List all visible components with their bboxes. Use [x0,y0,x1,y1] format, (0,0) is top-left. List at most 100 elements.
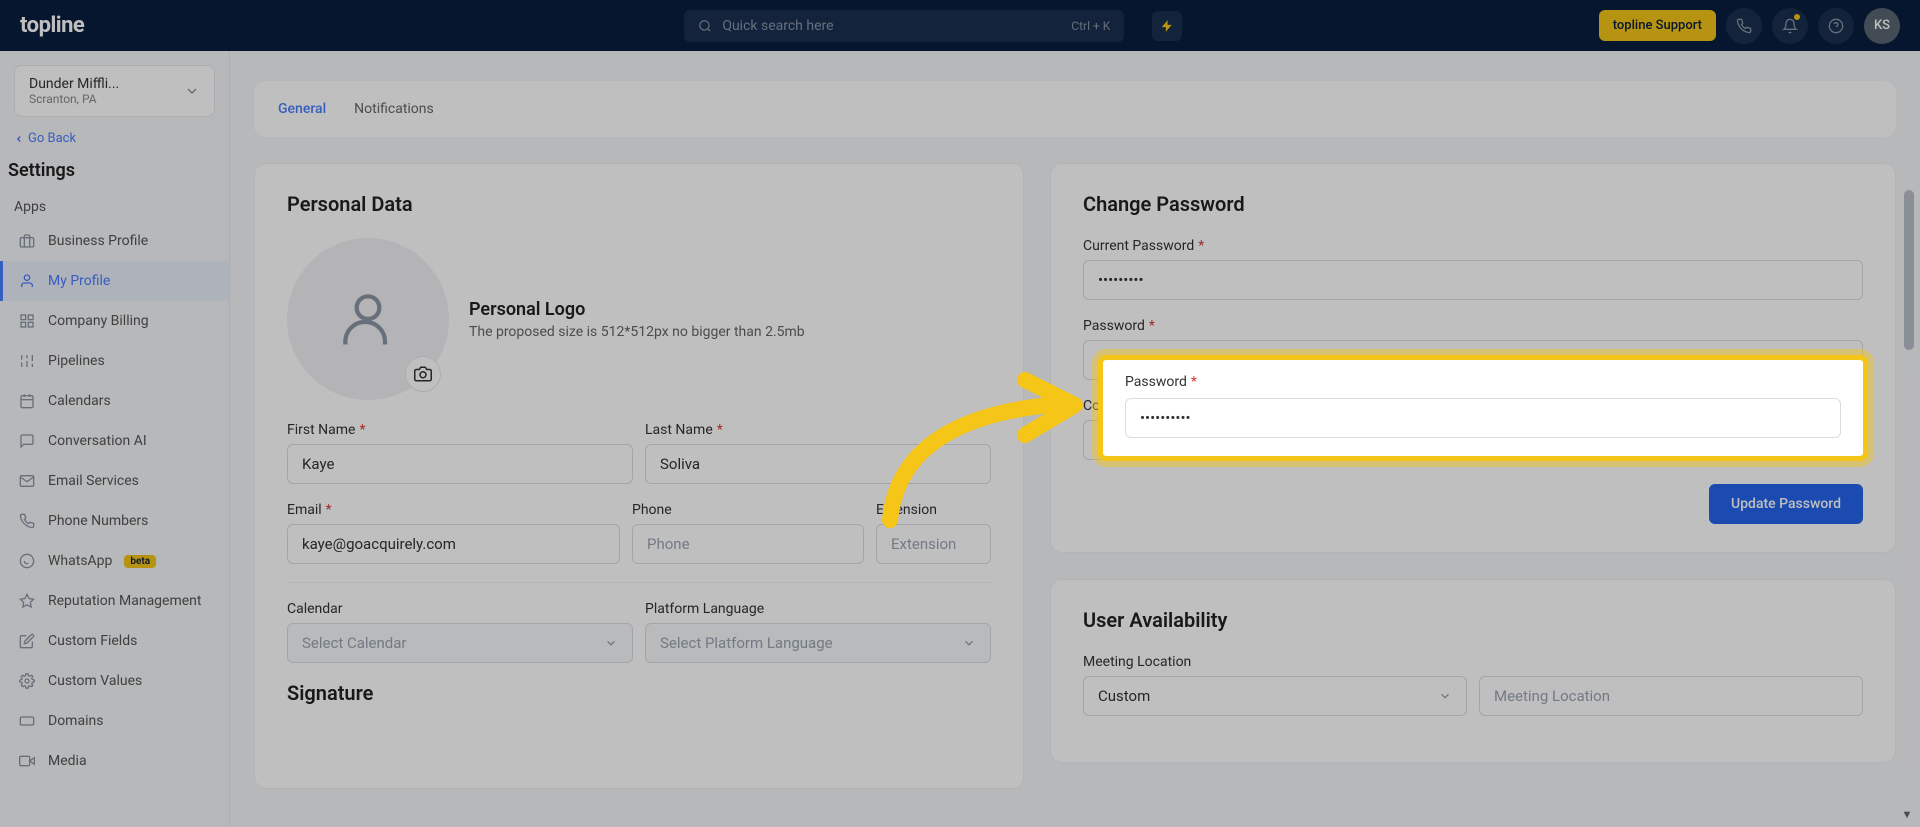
change-password-title: Change Password [1083,192,1863,216]
upload-photo-button[interactable] [405,356,441,392]
briefcase-icon [18,232,36,250]
org-location: Scranton, PA [29,92,119,106]
chevron-down-icon [604,636,618,650]
sidebar-item-calendars[interactable]: Calendars [0,381,229,421]
edit-icon [18,632,36,650]
gear-icon [18,672,36,690]
meeting-location-label: Meeting Location [1083,654,1863,670]
sidebar-item-label: Media [48,753,87,769]
sidebar-item-label: WhatsApp [48,553,112,569]
beta-badge: beta [124,555,156,568]
sidebar-item-label: Calendars [48,393,111,409]
sidebar-item-whatsapp[interactable]: WhatsApp beta [0,541,229,581]
email-label: Email* [287,502,620,518]
sidebar-item-my-profile[interactable]: My Profile [0,261,229,301]
last-name-input[interactable] [645,444,991,484]
go-back-label: Go Back [28,131,76,146]
global-search[interactable]: Ctrl + K [684,10,1124,42]
personal-data-title: Personal Data [287,192,991,216]
signature-title: Signature [287,681,991,705]
divider [287,582,991,583]
video-icon [18,752,36,770]
first-name-label: First Name* [287,422,633,438]
scroll-down-arrow[interactable]: ▼ [1900,808,1914,822]
whatsapp-icon [18,552,36,570]
sidebar-item-company-billing[interactable]: Company Billing [0,301,229,341]
settings-tabs: General Notifications [254,81,1896,137]
user-icon [18,272,36,290]
brand-logo: topline [20,13,84,38]
sidebar-item-label: Domains [48,713,103,729]
help-button[interactable] [1818,8,1854,44]
select-value: Select Platform Language [660,634,833,652]
app-header: topline Ctrl + K topline Support KS [0,0,1920,51]
sidebar-item-label: Custom Values [48,673,142,689]
personal-logo-hint: The proposed size is 512*512px no bigger… [469,324,805,340]
update-password-button[interactable]: Update Password [1709,484,1863,524]
sidebar-item-conversation-ai[interactable]: Conversation AI [0,421,229,461]
chat-icon [18,432,36,450]
sidebar-item-domains[interactable]: Domains [0,701,229,741]
chevron-left-icon [14,134,24,144]
support-button[interactable]: topline Support [1599,10,1716,41]
phone-input[interactable] [632,524,864,564]
sidebar-item-pipelines[interactable]: Pipelines [0,341,229,381]
sidebar: Dunder Miffli... Scranton, PA Go Back Se… [0,51,230,827]
personal-data-card: Personal Data Personal Logo The proposed… [254,163,1024,789]
org-name: Dunder Miffli... [29,76,119,92]
sidebar-item-custom-values[interactable]: Custom Values [0,661,229,701]
scrollbar-thumb[interactable] [1904,190,1914,350]
notifications-button[interactable] [1772,8,1808,44]
bell-icon [1782,18,1798,34]
language-select[interactable]: Select Platform Language [645,623,991,663]
sidebar-item-label: Email Services [48,473,139,489]
first-name-input[interactable] [287,444,633,484]
sidebar-item-email-services[interactable]: Email Services [0,461,229,501]
notification-dot [1794,14,1800,20]
meeting-location-input[interactable] [1479,676,1863,716]
settings-heading: Settings [8,160,217,181]
mail-icon [18,472,36,490]
phone-button[interactable] [1726,8,1762,44]
help-icon [1828,18,1844,34]
sidebar-item-label: Conversation AI [48,433,147,449]
sidebar-item-custom-fields[interactable]: Custom Fields [0,621,229,661]
sidebar-item-label: Phone Numbers [48,513,148,529]
user-placeholder-icon [334,285,402,353]
org-selector[interactable]: Dunder Miffli... Scranton, PA [14,65,215,117]
current-password-input[interactable] [1083,260,1863,300]
phone-icon [18,512,36,530]
highlight-password-label: Password* [1125,374,1841,390]
language-label: Platform Language [645,601,991,617]
sidebar-item-phone-numbers[interactable]: Phone Numbers [0,501,229,541]
sidebar-section-apps: Apps [0,193,229,221]
sliders-icon [18,352,36,370]
vertical-scrollbar[interactable] [1904,190,1914,790]
highlight-password-input[interactable] [1125,398,1841,438]
chevron-down-icon [1438,689,1452,703]
extension-input[interactable] [876,524,991,564]
extension-label: Extension [876,502,991,518]
bolt-button[interactable] [1152,11,1182,41]
sidebar-item-business-profile[interactable]: Business Profile [0,221,229,261]
tab-notifications[interactable]: Notifications [354,101,434,117]
sidebar-item-label: Pipelines [48,353,105,369]
sidebar-item-label: My Profile [48,273,110,289]
sidebar-item-media[interactable]: Media [0,741,229,781]
phone-icon [1736,18,1752,34]
select-value: Custom [1098,687,1150,705]
domain-icon [18,712,36,730]
new-password-label: Password* [1083,318,1863,334]
select-value: Select Calendar [302,634,406,652]
go-back-link[interactable]: Go Back [14,131,215,146]
sidebar-item-reputation[interactable]: Reputation Management [0,581,229,621]
calendar-select[interactable]: Select Calendar [287,623,633,663]
last-name-label: Last Name* [645,422,991,438]
search-input[interactable] [722,18,1061,34]
user-avatar[interactable]: KS [1864,8,1900,44]
tab-general[interactable]: General [278,101,326,117]
bolt-icon [1160,19,1174,33]
search-kbd-hint: Ctrl + K [1071,19,1110,33]
meeting-location-select[interactable]: Custom [1083,676,1467,716]
email-input[interactable] [287,524,620,564]
